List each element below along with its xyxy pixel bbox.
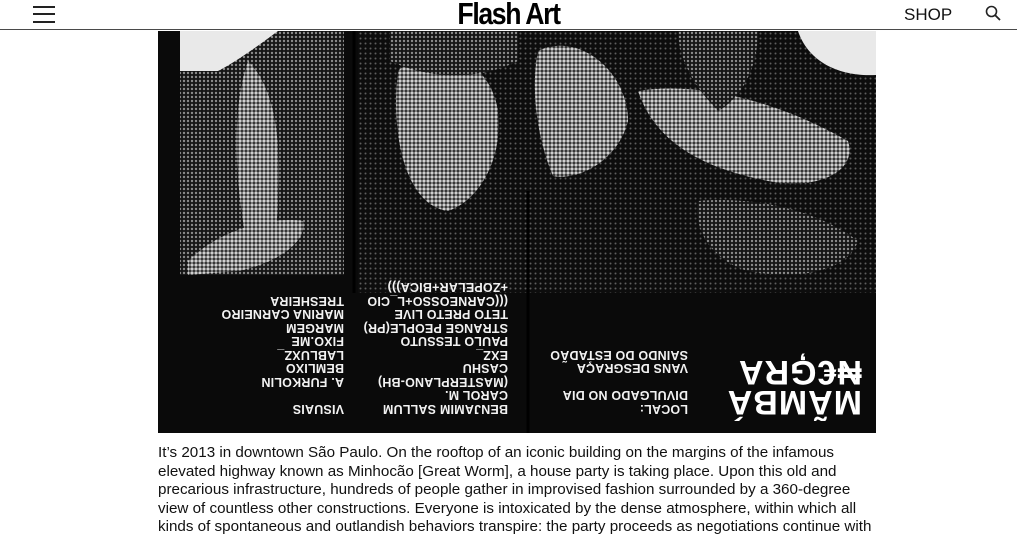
poster-lineup: BENJAMIM SALLUM CAROL M. (MASTERplano-BH…	[363, 280, 508, 417]
poster-text-line: LOCAL:	[639, 402, 688, 416]
poster-lineup-line: (MASTERplano-BH)	[377, 375, 508, 389]
poster-text-upside-down: MÃMBÁ ₦€ĢRA LOCAL: DIVULGADO NO DIA VANS…	[158, 31, 876, 433]
poster-lineup-line: PAULO TESSUTO	[400, 334, 508, 349]
poster-lineup-line: EXZ_	[475, 348, 508, 362]
poster-local-info: LOCAL: DIVULGADO NO DIA VANS DESGRAÇA SA…	[550, 348, 688, 416]
article-body: It’s 2013 in downtown São Paulo. On the …	[158, 444, 876, 537]
poster-text-line: VANS DESGRAÇA	[576, 361, 688, 376]
top-navigation-bar: Flash Art SHOP	[0, 0, 1017, 31]
poster-text-line: DIVULGADO NO DIA	[562, 388, 688, 403]
poster-visuais-heading: VISUAIS	[292, 402, 344, 416]
poster-visuais-line: LabLUXZ_	[277, 348, 344, 362]
hero-image-poster: MÃMBÁ ₦€ĢRA LOCAL: DIVULGADO NO DIA VANS…	[158, 31, 876, 433]
poster-visuais-line: FIXO.me	[291, 334, 344, 349]
poster-lineup-line: (((CARNEOSSO+L_CIO	[367, 294, 508, 308]
poster-text-line: SAINDO DO ESTADÃO	[550, 348, 688, 362]
site-logo[interactable]: Flash Art	[71, 0, 946, 31]
poster-brand-line: MÃMBÁ	[726, 383, 862, 421]
poster-visuais: VISUAIS A. FURKOLIN BEMLIXO LabLUXZ_ FIX…	[221, 294, 344, 416]
poster-visuais-line: MARINA CARNEIRO	[221, 307, 344, 322]
poster-brand-line: ₦€ĢRA	[737, 353, 862, 391]
shop-link[interactable]: SHOP	[904, 5, 952, 25]
poster-brand: MÃMBÁ ₦€ĢRA	[726, 353, 862, 421]
poster-visuais-line: MARGEM	[285, 321, 344, 335]
poster-lineup-line: BENJAMIM SALLUM	[382, 402, 508, 416]
poster-lineup-line: CAROL M.	[444, 388, 508, 403]
poster-visuais-line: BEMLIXO	[285, 361, 344, 376]
poster-visuais-line: TRESHEIRA	[269, 294, 344, 308]
poster-lineup-line: STRANGE PEOPLE(PR)	[363, 321, 508, 335]
poster-lineup-line: +ZOPELAR+BICA)))	[387, 280, 508, 295]
hamburger-menu-icon[interactable]	[33, 5, 55, 23]
poster-visuais-line: A. FURKOLIN	[261, 375, 344, 389]
poster-lineup-line: TETO PRETO LIVE	[394, 307, 508, 322]
poster-text-line	[550, 375, 688, 389]
poster-lineup-line: CASHU	[462, 361, 508, 376]
search-icon[interactable]	[985, 5, 1001, 21]
article-paragraph: It’s 2013 in downtown São Paulo. On the …	[158, 444, 872, 536]
